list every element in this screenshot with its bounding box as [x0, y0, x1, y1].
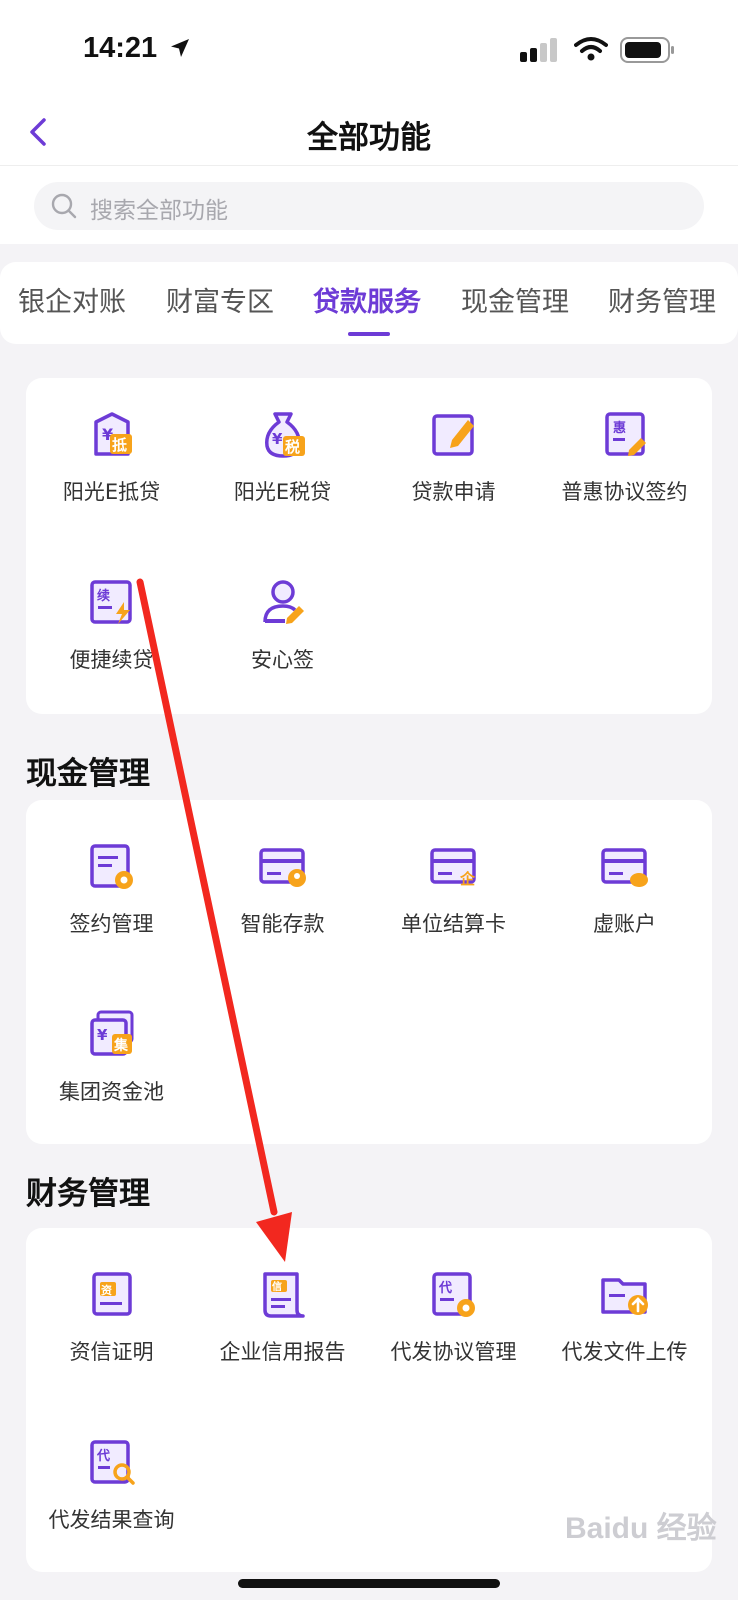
tab-finance-management[interactable]: 财务管理 — [608, 280, 716, 319]
location-arrow-icon — [171, 39, 189, 57]
cash-item-fund-pool[interactable]: ¥ 集 集团资金池 — [26, 1010, 197, 1160]
home-indicator — [238, 1579, 500, 1588]
finance-item-label: 代发文件上传 — [561, 1340, 688, 1364]
tab-reconciliation[interactable]: 银企对账 — [18, 280, 126, 319]
tab-wealth[interactable]: 财富专区 — [166, 280, 274, 319]
finance-item-credit-certificate[interactable]: 资 资信证明 — [26, 1270, 197, 1420]
loan-item-label: 便捷续贷 — [69, 648, 154, 672]
baidu-watermark: Baidu 经验 — [565, 1512, 717, 1545]
wifi-icon — [574, 37, 608, 61]
corporate-card-icon: 企 — [430, 848, 476, 888]
svg-text:惠: 惠 — [613, 420, 626, 436]
agreement-sign-icon: 惠 — [605, 412, 646, 456]
user-sign-icon — [263, 580, 304, 624]
svg-text:资: 资 — [101, 1283, 112, 1297]
svg-text:信: 信 — [272, 1280, 282, 1293]
credit-report-icon: 信 — [263, 1272, 305, 1318]
loan-item-tax-loan[interactable]: ¥ 税 阳光E税贷 — [197, 410, 368, 560]
folder-upload-icon — [601, 1278, 648, 1315]
finance-item-label: 企业信用报告 — [219, 1340, 346, 1364]
search-placeholder: 搜索全部功能 — [90, 198, 228, 224]
active-tab-indicator — [348, 332, 390, 336]
loan-item-label: 贷款申请 — [411, 480, 496, 504]
finance-item-credit-report[interactable]: 信 企业信用报告 — [197, 1270, 368, 1420]
renewal-loan-icon: 续 — [90, 580, 132, 624]
finance-item-payroll-agreement[interactable]: 代 代发协议管理 — [368, 1270, 539, 1420]
svg-text:代: 代 — [96, 1448, 110, 1464]
loan-item-label: 安心签 — [251, 648, 314, 672]
finance-item-label: 代发结果查询 — [48, 1508, 175, 1532]
loan-item-safe-sign[interactable]: 安心签 — [197, 578, 368, 728]
svg-text:代: 代 — [438, 1280, 452, 1296]
cash-item-corporate-card[interactable]: 企 单位结算卡 — [368, 842, 539, 992]
contract-settings-icon — [90, 844, 133, 889]
cellular-signal-icon — [520, 38, 557, 62]
cash-item-smart-deposit[interactable]: 智能存款 — [197, 842, 368, 992]
edit-form-icon — [432, 414, 474, 456]
payroll-query-icon: 代 — [90, 1440, 135, 1485]
tab-loan-services[interactable]: 贷款服务 — [313, 280, 421, 319]
money-bag-tax-icon: ¥ 税 — [265, 412, 305, 458]
search-input[interactable]: 搜索全部功能 — [34, 182, 704, 230]
search-section: 搜索全部功能 — [0, 166, 738, 244]
loan-item-mortgage[interactable]: ¥ 抵 阳光E抵贷 — [26, 410, 197, 560]
finance-item-file-upload[interactable]: 代发文件上传 — [539, 1270, 710, 1420]
search-icon — [51, 193, 77, 219]
loan-item-label: 普惠协议签约 — [561, 480, 688, 504]
svg-text:¥: ¥ — [272, 430, 283, 448]
navigation-bar: 全部功能 — [0, 100, 738, 166]
loan-services-card: ¥ 抵 阳光E抵贷 ¥ 税 阳光E税贷 贷款申请 惠 普惠协议签约 续 便捷续贷… — [26, 378, 712, 714]
group-fund-pool-icon: ¥ 集 — [90, 1010, 134, 1056]
loan-item-apply[interactable]: 贷款申请 — [368, 410, 539, 560]
svg-text:抵: 抵 — [112, 436, 127, 454]
cash-section-title: 现金管理 — [26, 756, 150, 792]
svg-text:税: 税 — [285, 438, 300, 456]
credit-certificate-icon: 资 — [92, 1272, 132, 1316]
cash-item-label: 智能存款 — [240, 912, 325, 936]
svg-text:企: 企 — [459, 870, 476, 888]
svg-text:续: 续 — [97, 588, 110, 604]
finance-item-payroll-query[interactable]: 代 代发结果查询 — [26, 1438, 197, 1588]
loan-item-inclusive-agreement[interactable]: 惠 普惠协议签约 — [539, 410, 710, 560]
status-bar: 14:21 — [0, 0, 738, 100]
cash-item-contract[interactable]: 签约管理 — [26, 842, 197, 992]
category-tabs: 银企对账 财富专区 贷款服务 现金管理 财务管理 — [0, 262, 738, 344]
svg-text:集: 集 — [113, 1037, 129, 1054]
finance-section-title: 财务管理 — [26, 1176, 150, 1212]
loan-item-renewal[interactable]: 续 便捷续贷 — [26, 578, 197, 728]
cash-management-card: 签约管理 智能存款 企 单位结算卡 虚账户 ¥ 集 集团资金池 — [26, 800, 712, 1144]
payroll-agreement-icon: 代 — [432, 1272, 475, 1317]
finance-item-label: 资信证明 — [69, 1340, 154, 1364]
cash-item-virtual-account[interactable]: 虚账户 — [539, 842, 710, 992]
tab-cash-management[interactable]: 现金管理 — [461, 280, 569, 319]
cash-item-label: 签约管理 — [69, 912, 154, 936]
cash-item-label: 虚账户 — [593, 912, 656, 936]
finance-item-label: 代发协议管理 — [390, 1340, 517, 1364]
smart-deposit-card-icon — [259, 848, 306, 887]
status-time: 14:21 — [83, 32, 158, 64]
svg-text:¥: ¥ — [97, 1026, 108, 1044]
loan-item-label: 阳光E抵贷 — [62, 480, 161, 504]
virtual-account-card-icon — [601, 848, 648, 887]
cash-item-label: 单位结算卡 — [401, 912, 506, 936]
cash-item-label: 集团资金池 — [59, 1080, 164, 1104]
page-title: 全部功能 — [307, 120, 431, 156]
battery-icon — [620, 37, 674, 63]
loan-item-label: 阳光E税贷 — [233, 480, 332, 504]
shield-mortgage-icon: ¥ 抵 — [94, 412, 132, 456]
